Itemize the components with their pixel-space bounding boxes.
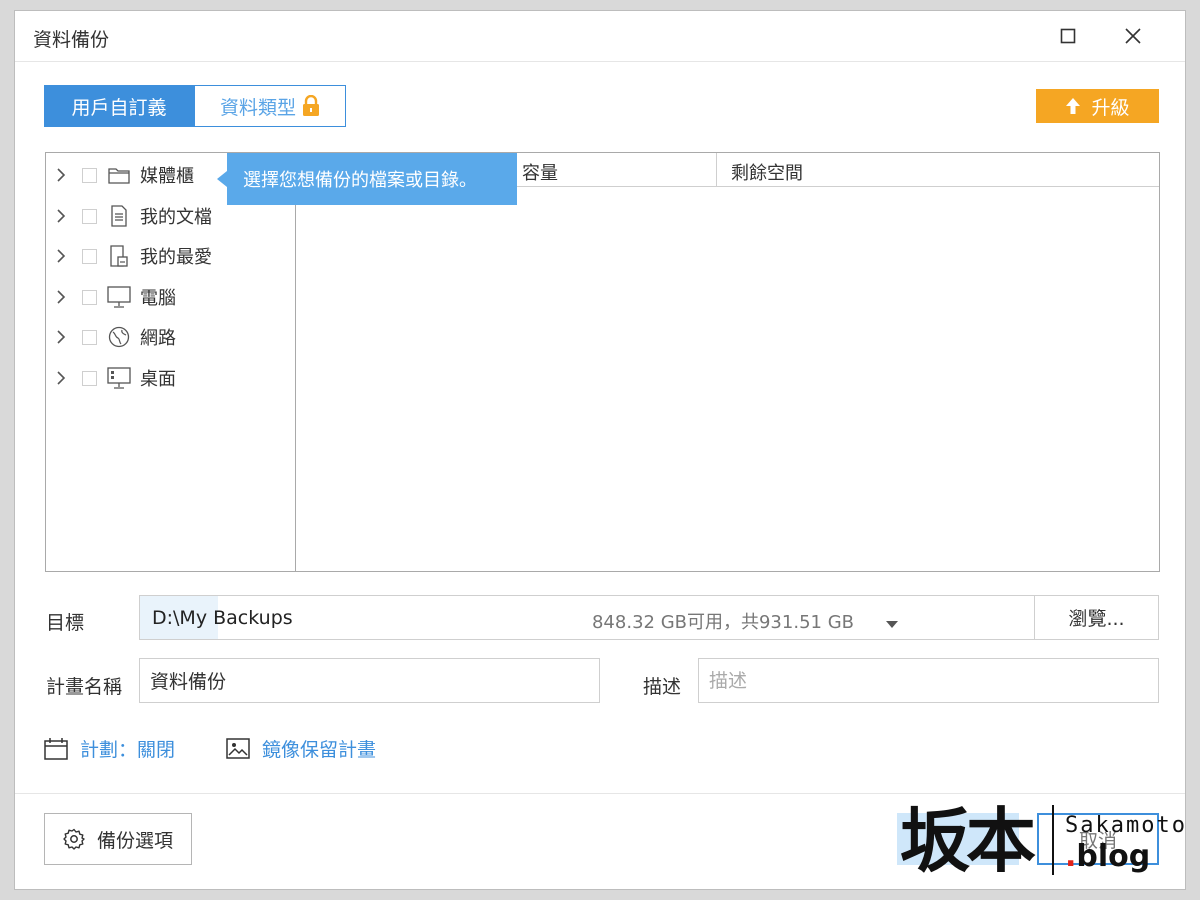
folder-icon [107, 163, 131, 187]
globe-icon [107, 325, 131, 349]
schedule-link-text[interactable]: 計劃：關閉 [80, 735, 175, 762]
watermark-divider [1052, 805, 1054, 875]
tree-item-computer[interactable]: 電腦 [46, 282, 296, 312]
tree-item-label: 我的文檔 [140, 207, 212, 228]
hint-tooltip-text: 選擇您想備份的檔案或目錄。 [243, 170, 477, 191]
desktop-icon [107, 366, 131, 390]
tree-item-documents[interactable]: 我的文檔 [46, 201, 296, 231]
tree-checkbox[interactable] [82, 289, 97, 305]
lock-icon [303, 95, 319, 116]
image-retention-link[interactable]: 鏡像保留計畫 [226, 735, 376, 762]
tab-custom[interactable]: 用戶自訂義 [44, 85, 194, 127]
tab-data-type-label: 資料類型 [219, 96, 296, 119]
tree-item-favorites[interactable]: 我的最愛 [46, 241, 296, 271]
image-icon [226, 737, 250, 759]
backup-window: 資料備份 用戶自訂義 資料類型 升級 媒體櫃 我的文檔 我的最愛 電腦 網路 桌… [14, 10, 1186, 890]
calendar-icon [44, 737, 68, 760]
plan-name-label: 計畫名稱 [46, 676, 123, 698]
title-divider [15, 61, 1185, 62]
tree-item-label: 電腦 [140, 288, 176, 309]
gear-icon [63, 828, 85, 850]
tree-item-network[interactable]: 網路 [46, 322, 296, 352]
tab-data-type[interactable]: 資料類型 [194, 85, 346, 127]
window-title: 資料備份 [33, 29, 110, 51]
column-free-space[interactable]: 剩餘空間 [731, 159, 803, 185]
plan-name-input[interactable] [139, 658, 600, 703]
watermark-blog-text: blog [1076, 839, 1151, 874]
chevron-right-icon[interactable] [55, 289, 71, 305]
tree-checkbox[interactable] [82, 167, 97, 183]
watermark-cjk: 坂本 [900, 799, 1036, 882]
tree-item-label: 媒體櫃 [140, 166, 194, 187]
tree-checkbox[interactable] [82, 370, 97, 386]
favorites-icon [107, 244, 131, 268]
chevron-right-icon[interactable] [55, 208, 71, 224]
chevron-right-icon[interactable] [55, 248, 71, 264]
backup-options-label: 備份選項 [96, 829, 173, 852]
upload-arrow-icon [1066, 98, 1081, 114]
destination-path: D:\My Backups [152, 607, 293, 629]
tree-item-label: 桌面 [140, 369, 176, 390]
close-button[interactable] [1110, 19, 1156, 53]
tree-checkbox[interactable] [82, 329, 97, 345]
destination-select[interactable]: D:\My Backups 848.32 GB可用，共931.51 GB [139, 595, 1035, 640]
watermark-dot: . [1065, 839, 1077, 874]
maximize-icon [1060, 28, 1076, 44]
description-input[interactable] [698, 658, 1159, 703]
monitor-icon [107, 285, 131, 309]
source-tree: 媒體櫃 我的文檔 我的最愛 電腦 網路 桌面 [45, 152, 296, 572]
backup-options-button[interactable]: 備份選項 [44, 813, 192, 865]
column-separator[interactable] [716, 153, 717, 186]
chevron-right-icon[interactable] [55, 167, 71, 183]
description-label: 描述 [643, 676, 682, 698]
dropdown-arrow-icon[interactable] [886, 614, 898, 633]
tree-checkbox[interactable] [82, 208, 97, 224]
watermark-blog: .blog [1065, 839, 1150, 874]
tree-item-label: 我的最愛 [140, 247, 212, 268]
image-retention-link-text[interactable]: 鏡像保留計畫 [262, 735, 376, 762]
detail-list: 容量 剩餘空間 [295, 152, 1160, 572]
maximize-button[interactable] [1045, 19, 1091, 53]
tab-custom-label: 用戶自訂義 [71, 96, 167, 119]
schedule-link[interactable]: 計劃：關閉 [44, 735, 175, 762]
hint-tooltip: 選擇您想備份的檔案或目錄。 [217, 153, 517, 205]
close-icon [1125, 28, 1141, 44]
tree-item-label: 網路 [140, 328, 176, 349]
column-capacity[interactable]: 容量 [522, 159, 558, 185]
browse-label: 瀏覽... [1068, 608, 1125, 630]
upgrade-label: 升級 [1091, 96, 1130, 119]
sakamoto-blog-watermark: 坂本 Sakamoto .blog [900, 785, 1190, 895]
destination-space: 848.32 GB可用，共931.51 GB [591, 612, 854, 633]
destination-label: 目標 [46, 612, 85, 634]
upgrade-button[interactable]: 升級 [1036, 89, 1159, 123]
title-bar: 資料備份 [15, 11, 1185, 61]
document-icon [107, 204, 131, 228]
watermark-sakamoto: Sakamoto [1065, 813, 1187, 838]
tree-item-desktop[interactable]: 桌面 [46, 363, 296, 393]
browse-button[interactable]: 瀏覽... [1034, 595, 1159, 640]
chevron-right-icon[interactable] [55, 370, 71, 386]
chevron-right-icon[interactable] [55, 329, 71, 345]
source-tabs: 用戶自訂義 資料類型 [44, 85, 346, 127]
tree-checkbox[interactable] [82, 248, 97, 264]
